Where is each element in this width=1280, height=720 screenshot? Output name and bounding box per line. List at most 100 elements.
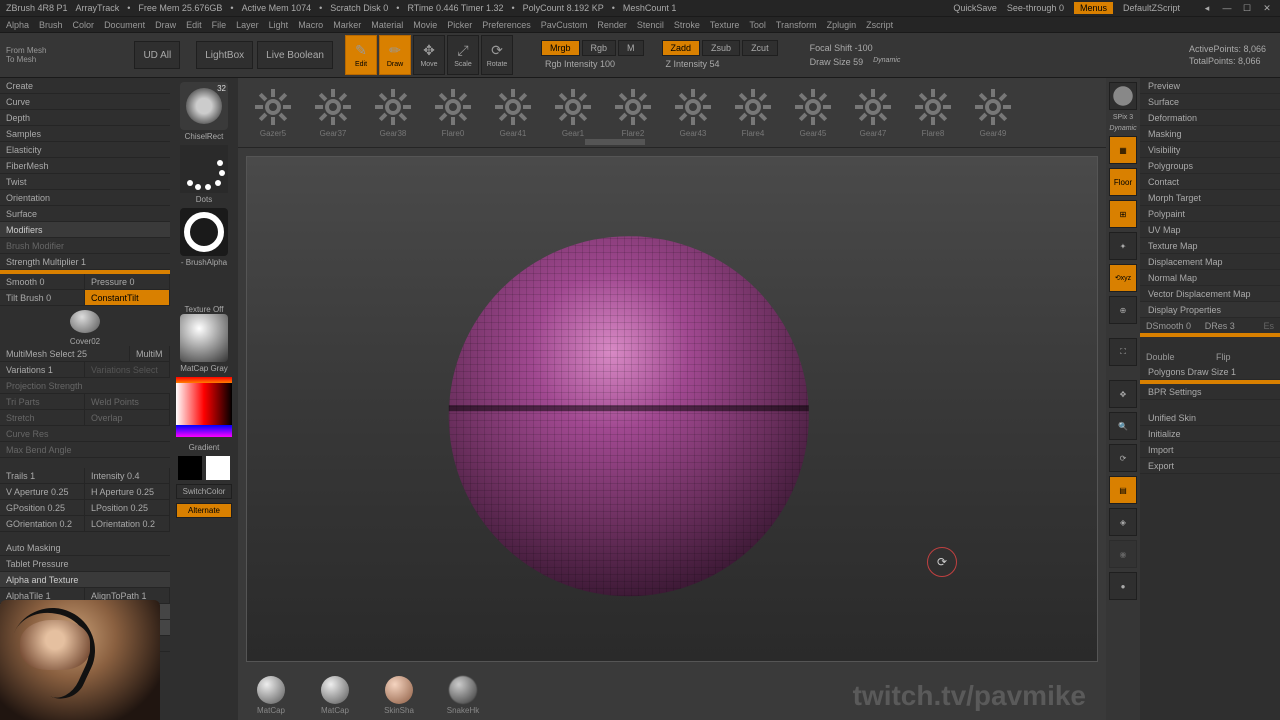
menu-pavcustom[interactable]: PavCustom — [541, 20, 588, 30]
overlap[interactable]: Overlap — [85, 410, 170, 426]
alternate-button[interactable]: Alternate — [176, 503, 232, 518]
stretch[interactable]: Stretch — [0, 410, 85, 426]
left-item-samples[interactable]: Samples — [0, 126, 170, 142]
gear-preset-gear45[interactable]: Gear45 — [788, 87, 838, 138]
g-orientation-slider[interactable]: GOrientation 0.2 — [0, 516, 85, 532]
seethrough-slider[interactable]: See-through 0 — [1007, 3, 1064, 13]
z-intensity-slider[interactable]: Z Intensity 54 — [662, 58, 778, 70]
menu-color[interactable]: Color — [73, 20, 95, 30]
menu-zscript[interactable]: Zscript — [866, 20, 893, 30]
matcap-matcap-1[interactable]: MatCap — [312, 676, 358, 715]
lightbox-button[interactable]: LightBox — [196, 41, 253, 69]
transp-button[interactable]: ◈ — [1109, 508, 1137, 536]
gear-preset-gear37[interactable]: Gear37 — [308, 87, 358, 138]
double-button[interactable]: Double — [1140, 349, 1210, 364]
right-item-preview[interactable]: Preview — [1140, 78, 1280, 94]
multimesh-alt[interactable]: MultiM — [130, 346, 170, 362]
flip-button[interactable]: Flip — [1210, 349, 1280, 364]
left-item-fibermesh[interactable]: FiberMesh — [0, 158, 170, 174]
right-item-contact[interactable]: Contact — [1140, 174, 1280, 190]
bpr-settings-row[interactable]: BPR Settings — [1140, 384, 1280, 400]
polyframe-button[interactable]: ▤ — [1109, 476, 1137, 504]
left-item-depth[interactable]: Depth — [0, 110, 170, 126]
pressure-slider[interactable]: Pressure 0 — [85, 274, 170, 290]
close-icon[interactable]: ✕ — [1260, 3, 1274, 14]
v-aperture-slider[interactable]: V Aperture 0.25 — [0, 484, 85, 500]
persp-button[interactable]: ▦ — [1109, 136, 1137, 164]
swatch-white[interactable] — [206, 456, 230, 480]
max-bend-angle[interactable]: Max Bend Angle — [0, 442, 170, 458]
constant-tilt-button[interactable]: ConstantTilt — [85, 290, 170, 306]
defaultzscript-button[interactable]: DefaultZScript — [1123, 3, 1180, 13]
menu-preferences[interactable]: Preferences — [482, 20, 531, 30]
menu-picker[interactable]: Picker — [447, 20, 472, 30]
right-item-normal-map[interactable]: Normal Map — [1140, 270, 1280, 286]
smooth-slider[interactable]: Smooth 0 — [0, 274, 85, 290]
projection-strength[interactable]: Projection Strength — [0, 378, 170, 394]
menu-file[interactable]: File — [212, 20, 227, 30]
local-button[interactable]: ⊞ — [1109, 200, 1137, 228]
gear-preset-gazer5[interactable]: Gazer5 — [248, 87, 298, 138]
right-item-masking[interactable]: Masking — [1140, 126, 1280, 142]
menu-texture[interactable]: Texture — [710, 20, 740, 30]
auto-masking-header[interactable]: Auto Masking — [0, 540, 170, 556]
left-item-surface[interactable]: Surface — [0, 206, 170, 222]
zcut-mode-button[interactable]: Zcut — [742, 40, 778, 56]
multimesh-select-slider[interactable]: MultiMesh Select 25 — [0, 346, 130, 362]
swatch-black[interactable] — [178, 456, 202, 480]
switch-color-button[interactable]: SwitchColor — [176, 484, 232, 499]
menu-render[interactable]: Render — [597, 20, 627, 30]
brush-alpha-icon[interactable] — [180, 208, 228, 256]
left-item-elasticity[interactable]: Elasticity — [0, 142, 170, 158]
color-picker[interactable] — [176, 377, 232, 437]
brush-modifier-row[interactable]: Brush Modifier — [0, 238, 170, 254]
tablet-pressure-header[interactable]: Tablet Pressure — [0, 556, 170, 572]
left-item-curve[interactable]: Curve — [0, 94, 170, 110]
axis-button[interactable]: ⊕ — [1109, 296, 1137, 324]
spix-label[interactable]: SPix 3 — [1113, 114, 1133, 121]
left-item-orientation[interactable]: Orientation — [0, 190, 170, 206]
zsub-mode-button[interactable]: Zsub — [702, 40, 740, 56]
right-item-deformation[interactable]: Deformation — [1140, 110, 1280, 126]
menu-marker[interactable]: Marker — [333, 20, 361, 30]
m-mode-button[interactable]: M — [618, 40, 644, 56]
right-item-polypaint[interactable]: Polypaint — [1140, 206, 1280, 222]
right-item-displacement-map[interactable]: Displacement Map — [1140, 254, 1280, 270]
solo-button[interactable]: ● — [1109, 572, 1137, 600]
curve-res[interactable]: Curve Res — [0, 426, 170, 442]
quicksave-button[interactable]: QuickSave — [953, 3, 997, 13]
right-item-visibility[interactable]: Visibility — [1140, 142, 1280, 158]
maximize-icon[interactable]: ☐ — [1240, 3, 1254, 14]
viewport-canvas[interactable] — [246, 156, 1098, 662]
menu-alpha[interactable]: Alpha — [6, 20, 29, 30]
rotate-tool-button[interactable]: ⟳Rotate — [481, 35, 513, 75]
dres-slider[interactable]: DRes 3 — [1199, 318, 1258, 333]
xyz-button[interactable]: ✦ — [1109, 232, 1137, 260]
dynamic-toggle[interactable]: Dynamic — [873, 57, 900, 67]
scale-tool-button[interactable]: ⤢Scale — [447, 35, 479, 75]
edit-tool-button[interactable]: ✎Edit — [345, 35, 377, 75]
stroke-dots-icon[interactable] — [180, 145, 228, 193]
matcap-snakehk-3[interactable]: SnakeHk — [440, 676, 486, 715]
menu-tool[interactable]: Tool — [749, 20, 766, 30]
h-aperture-slider[interactable]: H Aperture 0.25 — [85, 484, 170, 500]
right-item-vector-displacement-map[interactable]: Vector Displacement Map — [1140, 286, 1280, 302]
left-item-twist[interactable]: Twist — [0, 174, 170, 190]
rgb-mode-button[interactable]: Rgb — [582, 40, 617, 56]
weld-points[interactable]: Weld Points — [85, 394, 170, 410]
left-item-create[interactable]: Create — [0, 78, 170, 94]
menu-brush[interactable]: Brush — [39, 20, 63, 30]
gear-preset-gear41[interactable]: Gear41 — [488, 87, 538, 138]
floor-button[interactable]: Floor — [1109, 168, 1137, 196]
menu-movie[interactable]: Movie — [413, 20, 437, 30]
sym-button[interactable]: ⟲xyz — [1109, 264, 1137, 292]
modifiers-header[interactable]: Modifiers — [0, 222, 170, 238]
mrgb-mode-button[interactable]: Mrgb — [541, 40, 580, 56]
gear-preset-flare8[interactable]: Flare8 — [908, 87, 958, 138]
project-button[interactable] — [1109, 82, 1137, 110]
right-item-unified-skin[interactable]: Unified Skin — [1140, 410, 1280, 426]
tri-parts[interactable]: Tri Parts — [0, 394, 85, 410]
menu-zplugin[interactable]: Zplugin — [827, 20, 857, 30]
display-properties-header[interactable]: Display Properties — [1140, 302, 1280, 318]
texture-preview-icon[interactable] — [180, 314, 228, 362]
